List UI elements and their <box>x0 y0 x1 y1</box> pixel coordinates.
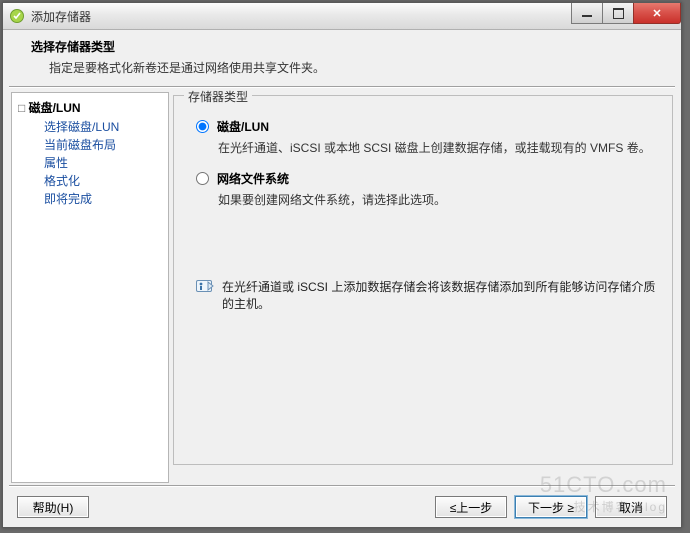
storage-type-group: 存储器类型 磁盘/LUN 在光纤通道、iSCSI 或本地 SCSI 磁盘上创建数… <box>173 95 673 465</box>
info-row: 在光纤通道或 iSCSI 上添加数据存储会将该数据存储添加到所有能够访问存储介质… <box>196 278 656 312</box>
page-subtitle: 指定是要格式化新卷还是通过网络使用共享文件夹。 <box>49 59 671 76</box>
nav-group-disk-lun[interactable]: 磁盘/LUN <box>18 99 162 116</box>
cancel-button[interactable]: 取消 <box>595 496 667 518</box>
wizard-steps-nav: 磁盘/LUN 选择磁盘/LUN 当前磁盘布局 属性 格式化 即将完成 <box>11 92 169 483</box>
close-button[interactable] <box>633 3 681 24</box>
back-button[interactable]: ≤上一步 <box>435 496 507 518</box>
window-title: 添加存储器 <box>31 8 91 25</box>
wizard-footer: 帮助(H) ≤上一步 下一步 ≥ 取消 <box>3 487 681 527</box>
info-icon <box>196 279 214 293</box>
nav-item-select-disk[interactable]: 选择磁盘/LUN <box>44 118 162 136</box>
option-nfs[interactable]: 网络文件系统 <box>196 170 656 187</box>
maximize-button[interactable] <box>602 3 634 24</box>
radio-nfs[interactable] <box>196 172 209 185</box>
storage-type-legend: 存储器类型 <box>184 88 252 105</box>
option-disk-lun[interactable]: 磁盘/LUN <box>196 118 656 135</box>
option-nfs-label: 网络文件系统 <box>217 170 289 187</box>
wizard-header: 选择存储器类型 指定是要格式化新卷还是通过网络使用共享文件夹。 <box>3 30 681 86</box>
info-text: 在光纤通道或 iSCSI 上添加数据存储会将该数据存储添加到所有能够访问存储介质… <box>222 278 656 312</box>
titlebar[interactable]: 添加存储器 <box>3 3 681 30</box>
help-button[interactable]: 帮助(H) <box>17 496 89 518</box>
wizard-body: 磁盘/LUN 选择磁盘/LUN 当前磁盘布局 属性 格式化 即将完成 存储器类型… <box>3 88 681 485</box>
next-button[interactable]: 下一步 ≥ <box>515 496 587 518</box>
minimize-button[interactable] <box>571 3 603 24</box>
wizard-window: 添加存储器 选择存储器类型 指定是要格式化新卷还是通过网络使用共享文件夹。 磁盘… <box>2 2 682 528</box>
wizard-content: 存储器类型 磁盘/LUN 在光纤通道、iSCSI 或本地 SCSI 磁盘上创建数… <box>173 92 673 483</box>
page-title: 选择存储器类型 <box>31 38 671 55</box>
option-nfs-desc: 如果要创建网络文件系统，请选择此选项。 <box>218 191 656 208</box>
nav-item-format[interactable]: 格式化 <box>44 172 162 190</box>
option-disk-lun-desc: 在光纤通道、iSCSI 或本地 SCSI 磁盘上创建数据存储，或挂载现有的 VM… <box>218 139 656 156</box>
nav-item-ready-to-complete[interactable]: 即将完成 <box>44 190 162 208</box>
radio-disk-lun[interactable] <box>196 120 209 133</box>
nav-item-current-layout[interactable]: 当前磁盘布局 <box>44 136 162 154</box>
window-controls <box>572 3 681 23</box>
option-disk-lun-label: 磁盘/LUN <box>217 118 269 135</box>
nav-item-properties[interactable]: 属性 <box>44 154 162 172</box>
app-icon <box>9 8 25 24</box>
